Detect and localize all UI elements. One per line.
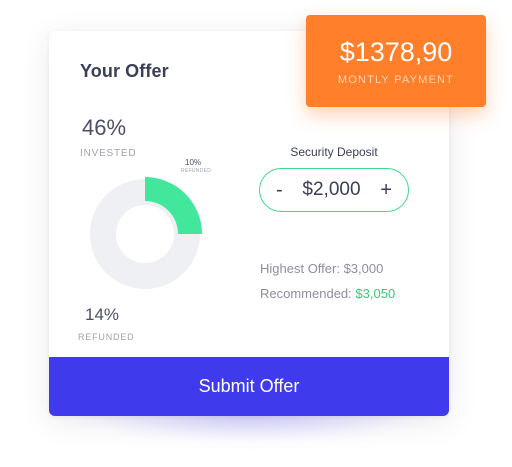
recommended-value: $3,050 bbox=[355, 286, 396, 301]
highest-offer: Highest Offer: $3,000 bbox=[260, 261, 384, 276]
refunded-label: REFUNDED bbox=[78, 332, 135, 342]
monthly-payment-label: MONTLY PAYMENT bbox=[337, 74, 455, 86]
decrement-button[interactable]: - bbox=[276, 180, 283, 200]
offer-widget: Your Offer 46% INVESTED 10% REFUNDED 14%… bbox=[0, 0, 512, 467]
submit-offer-button[interactable]: Submit Offer bbox=[49, 357, 449, 416]
monthly-payment-amount: $1378,90 bbox=[339, 37, 453, 67]
allocation-donut-chart bbox=[90, 177, 202, 289]
monthly-payment-badge: $1378,90 MONTLY PAYMENT bbox=[306, 15, 486, 107]
segment-percent: 10% bbox=[185, 158, 202, 167]
refunded-percent: 14% bbox=[85, 305, 120, 324]
recommended-offer: Recommended: $3,050 bbox=[260, 286, 395, 301]
increment-button[interactable]: + bbox=[380, 180, 392, 200]
invested-percent: 46% bbox=[82, 115, 127, 140]
security-deposit-stepper[interactable]: - $2,000 + bbox=[259, 168, 409, 212]
security-deposit-label: Security Deposit bbox=[290, 145, 378, 159]
offer-title: Your Offer bbox=[80, 61, 169, 81]
invested-label: INVESTED bbox=[80, 148, 137, 159]
deposit-value[interactable]: $2,000 bbox=[302, 179, 360, 201]
recommended-label: Recommended: bbox=[260, 286, 352, 301]
